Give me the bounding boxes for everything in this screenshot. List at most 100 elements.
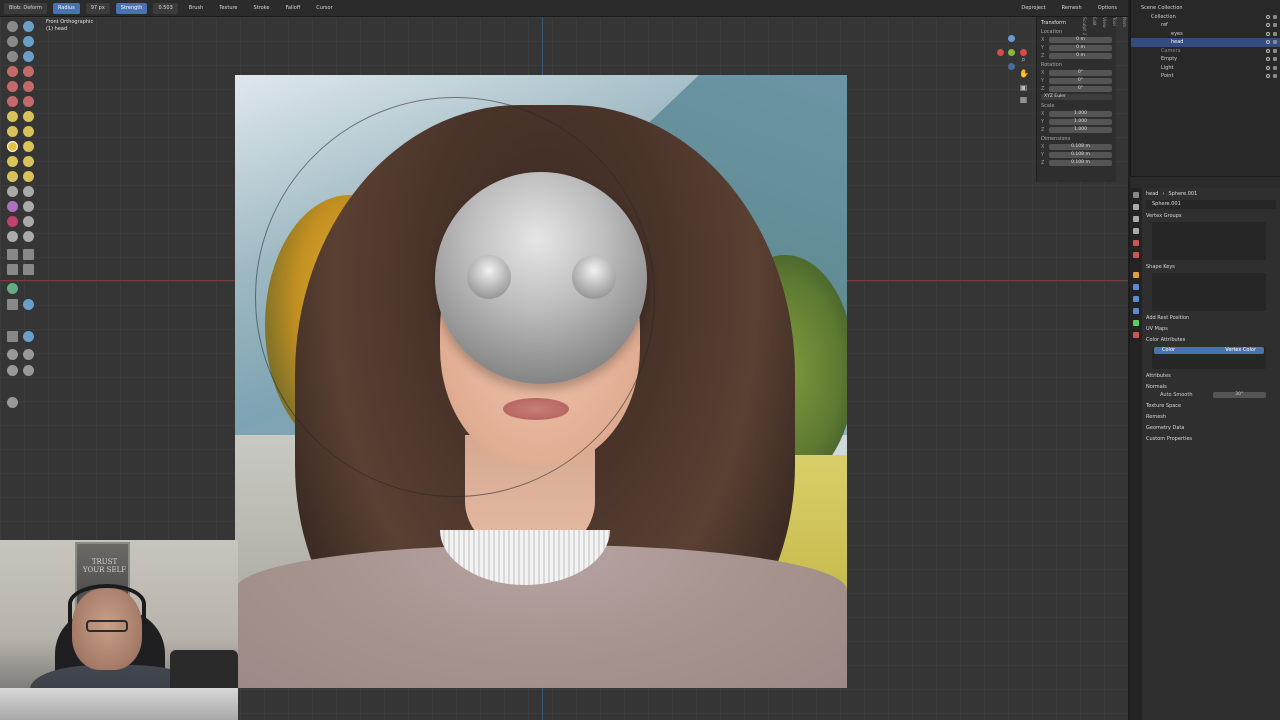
vertex-groups-list[interactable]	[1152, 222, 1266, 260]
box-hide-icon[interactable]	[23, 249, 34, 260]
camera-view-icon[interactable]: ▣	[1019, 83, 1028, 92]
radius-value[interactable]: 97 px	[85, 2, 110, 14]
clay-icon[interactable]	[7, 36, 18, 47]
outliner-row-point[interactable]: Point	[1131, 72, 1280, 81]
mesh-name-field[interactable]: Sphere.001	[1146, 200, 1276, 209]
box-trim-icon[interactable]	[23, 264, 34, 275]
options-menu[interactable]: Options	[1093, 3, 1122, 14]
grid-view-icon[interactable]: ▦	[1019, 95, 1028, 104]
outliner-row-light[interactable]: Light	[1131, 64, 1280, 73]
clay-thumb-icon[interactable]	[7, 51, 18, 62]
radius-field[interactable]: Radius	[52, 2, 80, 14]
clay-strips-icon[interactable]	[23, 36, 34, 47]
blob-icon[interactable]	[23, 66, 34, 77]
strength-field[interactable]: Strength	[115, 2, 148, 14]
layer-icon[interactable]	[23, 51, 34, 62]
camera-icon[interactable]	[1273, 48, 1277, 53]
mask-by-color-icon[interactable]	[7, 349, 18, 360]
elastic-deform-icon[interactable]	[7, 141, 18, 152]
world-tab-icon[interactable]	[1133, 252, 1139, 258]
camera-icon[interactable]	[1273, 65, 1277, 70]
camera-icon[interactable]	[1273, 57, 1277, 61]
fill-icon[interactable]	[23, 96, 34, 107]
geometry-data-section[interactable]: Geometry Data	[1146, 424, 1276, 432]
smooth-icon[interactable]	[23, 81, 34, 92]
shape-keys-list[interactable]	[1152, 273, 1266, 311]
camera-icon[interactable]	[1273, 40, 1277, 44]
z-neg-axis-icon[interactable]	[1008, 63, 1015, 70]
tab-tool[interactable]: Tool	[1108, 17, 1118, 151]
color-attribute-item[interactable]: Color Vertex Color	[1154, 347, 1264, 354]
grab-icon[interactable]	[23, 126, 34, 137]
camera-icon[interactable]	[1273, 14, 1277, 19]
outliner-row-eyes[interactable]: eyes	[1131, 30, 1280, 39]
brush-menu[interactable]: Brush	[184, 3, 208, 14]
auto-smooth-checkbox[interactable]: Auto Smooth	[1160, 392, 1193, 398]
stroke-menu[interactable]: Stroke	[249, 3, 275, 14]
pinch-icon[interactable]	[7, 126, 18, 137]
crease-icon[interactable]	[7, 81, 18, 92]
annotate-icon[interactable]	[7, 397, 18, 408]
simplify-icon[interactable]	[23, 201, 34, 212]
outliner-row-head[interactable]: head	[1131, 38, 1280, 47]
brush-preset-dropdown[interactable]: Blob: Deform	[4, 2, 47, 14]
attributes-section[interactable]: Attributes	[1146, 372, 1276, 380]
smear-icon[interactable]	[23, 231, 34, 242]
tab-item[interactable]: Item	[1118, 17, 1128, 151]
material-tab-icon[interactable]	[1133, 332, 1139, 338]
cloth-icon[interactable]	[7, 201, 18, 212]
snake-hook-icon[interactable]	[23, 141, 34, 152]
tab-view[interactable]: View	[1098, 17, 1108, 151]
line-project-icon[interactable]	[7, 283, 18, 294]
object-tab-icon[interactable]	[1133, 272, 1139, 278]
slide-relax-icon[interactable]	[7, 186, 18, 197]
texture-space-section[interactable]: Texture Space	[1146, 402, 1276, 410]
vertex-groups-section[interactable]: Vertex Groups	[1146, 212, 1276, 220]
rotate-tool-icon[interactable]	[7, 365, 18, 376]
paint-icon[interactable]	[7, 231, 18, 242]
scene-tab-icon[interactable]	[1133, 240, 1139, 246]
eye-icon[interactable]	[1266, 23, 1270, 27]
draw-sharp-icon[interactable]	[23, 21, 34, 32]
draw-face-sets-icon[interactable]	[23, 216, 34, 227]
texture-menu[interactable]: Texture	[214, 3, 242, 14]
camera-icon[interactable]	[1273, 74, 1277, 78]
remesh-menu[interactable]: Remesh	[1057, 3, 1087, 14]
tool-tab-icon[interactable]	[1133, 192, 1139, 198]
cloth-filter-icon[interactable]	[23, 299, 34, 310]
view-layer-tab-icon[interactable]	[1133, 228, 1139, 234]
eye-icon[interactable]	[1266, 57, 1270, 61]
remesh-section[interactable]: Remesh	[1146, 413, 1276, 421]
cursor-menu[interactable]: Cursor	[311, 3, 337, 14]
inflate-icon[interactable]	[7, 66, 18, 77]
deproject-menu[interactable]: Deproject	[1016, 3, 1050, 14]
mesh-data-tab-icon[interactable]	[1133, 320, 1139, 326]
boundary-icon[interactable]	[23, 186, 34, 197]
physics-tab-icon[interactable]	[1133, 308, 1139, 314]
box-mask-icon[interactable]	[7, 249, 18, 260]
color-attributes-section[interactable]: Color Attributes	[1146, 336, 1276, 344]
x-neg-axis-icon[interactable]	[997, 49, 1004, 56]
zoom-icon[interactable]: ⌕	[1019, 55, 1028, 64]
camera-icon[interactable]	[1273, 31, 1277, 36]
render-tab-icon[interactable]	[1133, 204, 1139, 210]
mesh-filter-icon[interactable]	[7, 299, 18, 310]
eye-icon[interactable]	[1266, 14, 1270, 19]
outliner-row-ref[interactable]: ref	[1131, 21, 1280, 30]
outliner-row-collection[interactable]: Collection	[1131, 13, 1280, 22]
strength-value[interactable]: 0.503	[153, 2, 178, 14]
scale-tool-icon[interactable]	[23, 365, 34, 376]
box-face-set-icon[interactable]	[7, 264, 18, 275]
outliner-row-empty[interactable]: Empty	[1131, 55, 1280, 64]
auto-smooth-angle[interactable]: 30°	[1212, 392, 1266, 398]
tab-edit[interactable]: Edit	[1088, 17, 1098, 151]
eye-icon[interactable]	[1266, 74, 1270, 78]
add-rest-position-checkbox[interactable]: Add Rest Position	[1146, 314, 1276, 322]
draw-brush-icon[interactable]	[7, 21, 18, 32]
camera-icon[interactable]	[1273, 23, 1277, 27]
multiplane-scrape-icon[interactable]	[23, 111, 34, 122]
normals-section[interactable]: Normals	[1146, 383, 1276, 391]
eye-icon[interactable]	[1266, 48, 1270, 53]
shape-keys-section[interactable]: Shape Keys	[1146, 263, 1276, 271]
tab-sculpt[interactable]: Sculpt 2	[1078, 17, 1088, 151]
